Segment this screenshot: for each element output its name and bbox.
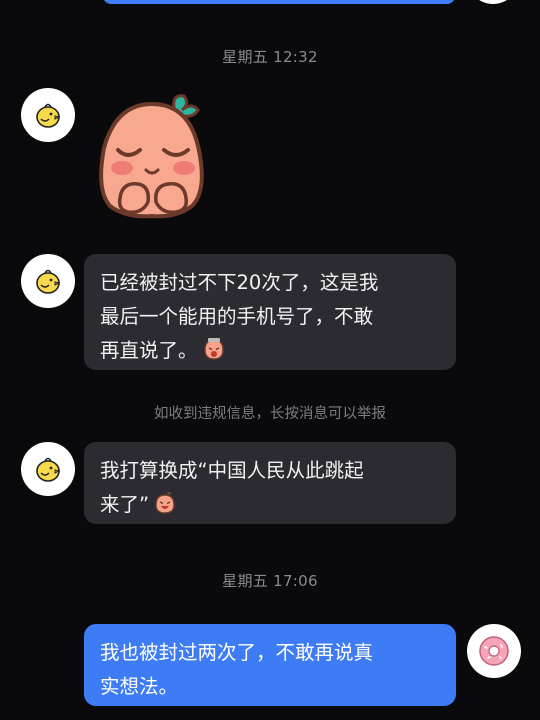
- message-text-last-line: 再直说了。: [100, 334, 440, 372]
- contact-avatar[interactable]: [21, 88, 75, 142]
- own-avatar[interactable]: [467, 624, 521, 678]
- message-text: 我也被封过两次了，不敢再说真: [100, 641, 374, 664]
- timestamp-friday-1706: 星期五 17:06: [222, 572, 318, 590]
- contact-avatar[interactable]: [21, 254, 75, 308]
- message-text: 来了”: [100, 493, 150, 516]
- previous-outgoing-bubble[interactable]: [103, 0, 455, 4]
- crying-face-emoji: [202, 337, 226, 372]
- yellow-chick-icon: [36, 457, 61, 482]
- message-bubble-incoming[interactable]: 我打算换成“中国人民从此跳起 来了”: [84, 442, 456, 524]
- blushing-peach-sticker[interactable]: [92, 90, 214, 222]
- message-text-last-line: 来了”: [100, 488, 440, 526]
- chat-screen: 星期五 12:32 已经被封过不下20次了，这是我 最后一个能用的手机号了，不敢…: [0, 0, 540, 720]
- message-text: 实想法。: [100, 675, 179, 698]
- message-text: 已经被封过不下20次了，这是我: [100, 271, 379, 294]
- report-notice: 如收到违规信息，长按消息可以举报: [154, 406, 386, 422]
- message-text: 最后一个能用的手机号了，不敢: [100, 305, 374, 328]
- message-bubble-incoming[interactable]: 已经被封过不下20次了，这是我 最后一个能用的手机号了，不敢 再直说了。: [84, 254, 456, 370]
- laughing-face-emoji: [153, 491, 177, 526]
- yellow-chick-icon: [36, 103, 61, 128]
- message-text: 再直说了。: [100, 339, 198, 362]
- timestamp-friday-1232: 星期五 12:32: [222, 48, 318, 66]
- message-text: 我打算换成“中国人民从此跳起: [100, 459, 364, 482]
- message-bubble-outgoing[interactable]: 我也被封过两次了，不敢再说真 实想法。: [84, 624, 456, 706]
- yellow-chick-icon: [36, 269, 61, 294]
- own-avatar-top[interactable]: [467, 0, 519, 4]
- contact-avatar[interactable]: [21, 442, 75, 496]
- pink-donut-icon: [479, 636, 509, 666]
